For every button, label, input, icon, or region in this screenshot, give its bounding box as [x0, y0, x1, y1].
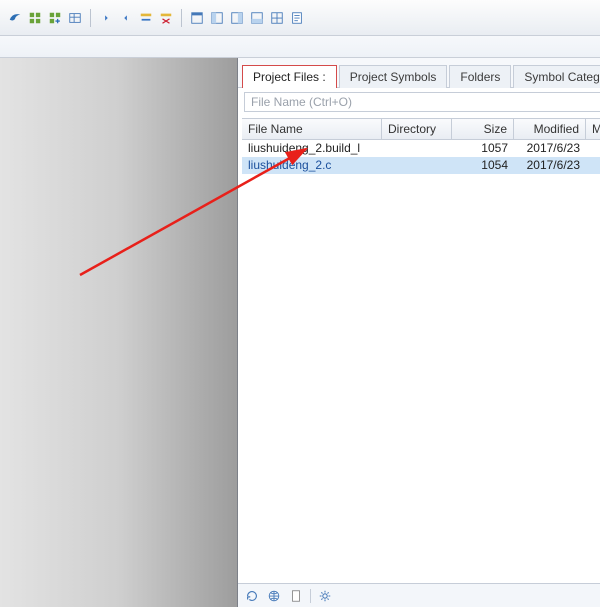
window-d-icon[interactable]	[248, 9, 266, 27]
editor-empty-pane	[0, 58, 238, 607]
file-table-header: File Name Directory Size Modified Metr	[242, 118, 600, 140]
file-filter-input[interactable]: File Name (Ctrl+O) ▾	[244, 92, 600, 112]
row-delete-icon[interactable]	[157, 9, 175, 27]
globe-icon[interactable]	[266, 588, 282, 604]
cell-size: 1057	[452, 140, 514, 157]
col-directory[interactable]: Directory	[382, 119, 452, 139]
cell-size: 1054	[452, 157, 514, 174]
grid-icon[interactable]	[26, 9, 44, 27]
table-row[interactable]: liushuideng_2.c 1054 2017/6/23	[242, 157, 600, 174]
toolbar	[0, 0, 600, 36]
grid-plus-icon[interactable]	[46, 9, 64, 27]
col-modified[interactable]: Modified	[514, 119, 586, 139]
tab-symbol-categories[interactable]: Symbol Categories	[513, 65, 600, 88]
file-table-body: liushuideng_2.build_l 1057 2017/6/23 liu…	[242, 140, 600, 583]
main-area: Project Files : Project Symbols Folders …	[0, 58, 600, 607]
tab-project-files[interactable]: Project Files :	[242, 65, 337, 88]
ribbon-spacer	[0, 36, 600, 58]
cell-name: liushuideng_2.c	[242, 157, 382, 174]
tab-project-symbols[interactable]: Project Symbols	[339, 65, 448, 88]
cell-metrics	[586, 140, 600, 157]
indent-left-icon[interactable]	[97, 9, 115, 27]
page-icon[interactable]	[288, 588, 304, 604]
cell-dir	[382, 157, 452, 174]
panel-tabs: Project Files : Project Symbols Folders …	[238, 58, 600, 88]
col-metrics[interactable]: Metr	[586, 119, 600, 139]
row-edit-icon[interactable]	[137, 9, 155, 27]
filter-placeholder: File Name (Ctrl+O)	[251, 95, 352, 109]
cell-modified: 2017/6/23	[514, 140, 586, 157]
table-row[interactable]: liushuideng_2.build_l 1057 2017/6/23	[242, 140, 600, 157]
toolbar-separator	[90, 9, 91, 27]
cell-metrics	[586, 157, 600, 174]
table-icon[interactable]	[66, 9, 84, 27]
indent-right-icon[interactable]	[117, 9, 135, 27]
toolbar-separator	[181, 9, 182, 27]
cell-name: liushuideng_2.build_l	[242, 140, 382, 157]
window-c-icon[interactable]	[228, 9, 246, 27]
cell-dir	[382, 140, 452, 157]
col-file-name[interactable]: File Name	[242, 119, 382, 139]
window-a-icon[interactable]	[188, 9, 206, 27]
panel-status-bar	[238, 583, 600, 607]
refresh-icon[interactable]	[244, 588, 260, 604]
col-size[interactable]: Size	[452, 119, 514, 139]
window-grid-icon[interactable]	[268, 9, 286, 27]
window-b-icon[interactable]	[208, 9, 226, 27]
cell-modified: 2017/6/23	[514, 157, 586, 174]
bird-icon[interactable]	[6, 9, 24, 27]
gear-icon[interactable]	[317, 588, 333, 604]
project-panel: Project Files : Project Symbols Folders …	[238, 58, 600, 607]
note-icon[interactable]	[288, 9, 306, 27]
tab-folders[interactable]: Folders	[449, 65, 511, 88]
status-separator	[310, 589, 311, 603]
